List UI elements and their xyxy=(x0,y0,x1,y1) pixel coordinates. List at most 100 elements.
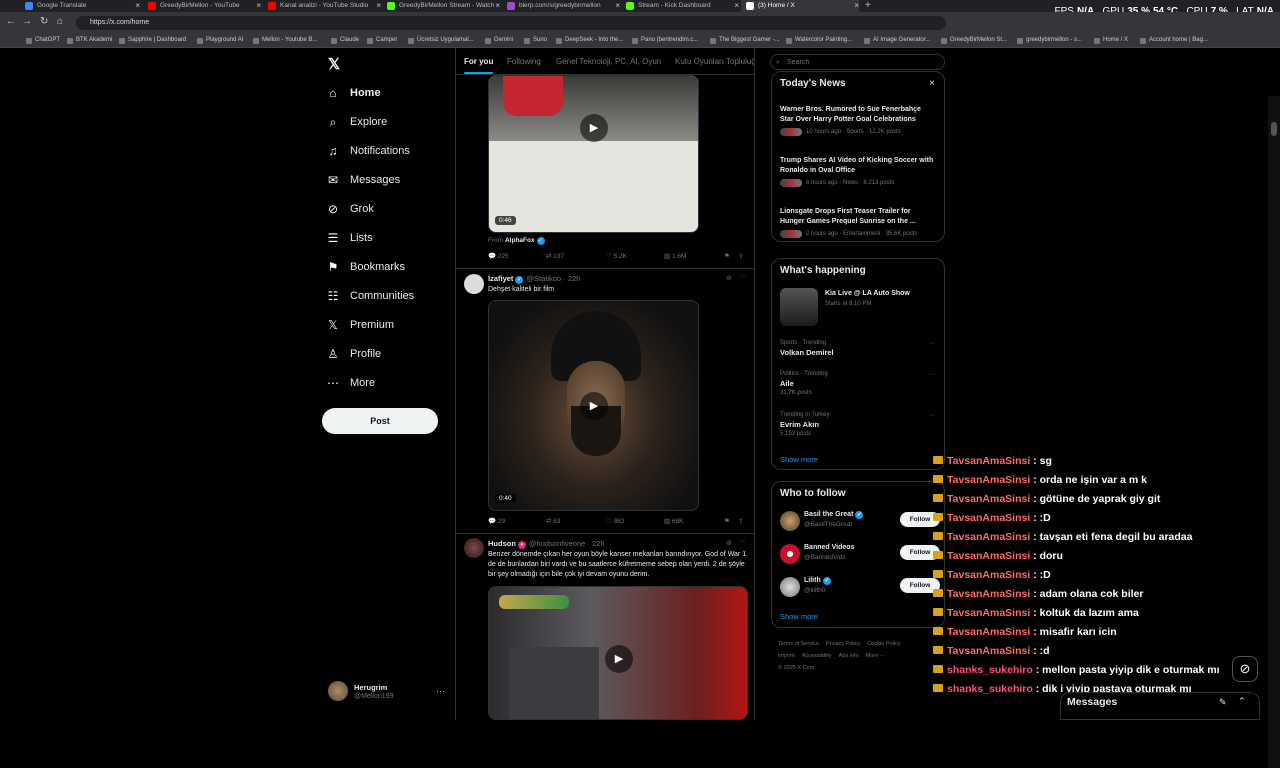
avatar[interactable] xyxy=(464,538,484,558)
bookmark[interactable]: GreedyBirMellon St... xyxy=(941,37,1007,44)
chevron-up-icon[interactable]: ⌃ xyxy=(1238,696,1246,707)
close-tab-icon[interactable]: × xyxy=(135,0,140,12)
bookmark[interactable]: Gemini xyxy=(485,37,513,44)
reply-button[interactable]: 💬 29 xyxy=(488,517,505,525)
play-icon[interactable]: ▶ xyxy=(605,645,633,673)
close-tab-icon[interactable]: × xyxy=(615,0,620,12)
nav-lists[interactable]: ☰ Lists xyxy=(326,227,446,249)
reload-icon[interactable]: ↻ xyxy=(40,16,48,27)
follow-suggestion[interactable]: Basil the Great ✓ @BasilTheGreat Follow xyxy=(780,508,940,536)
like-button[interactable]: ♡ 982 xyxy=(606,517,625,525)
bookmark-icon[interactable]: ⚑ xyxy=(724,517,730,525)
browser-tab[interactable]: blerp.com/s/greedybirmellon × xyxy=(502,0,620,12)
share-icon[interactable]: ⇪ xyxy=(738,517,743,525)
home-icon[interactable]: ⌂ xyxy=(57,16,63,27)
browser-tab[interactable]: GreedyBirMellon Stream - Watch × xyxy=(382,0,500,12)
bookmark[interactable]: Ücretsiz Uygulamal... xyxy=(408,37,474,44)
views-button[interactable]: ▥ 1,6M xyxy=(664,252,686,260)
search-input[interactable]: ⌕ Search xyxy=(770,54,945,70)
scrollbar[interactable] xyxy=(1268,96,1280,768)
video-player[interactable]: ▶ 0:46 xyxy=(488,75,699,233)
nav-profile[interactable]: ♙ Profile xyxy=(326,343,446,365)
more-icon[interactable]: ··· xyxy=(739,538,746,545)
trend-item[interactable]: Trending in Turkey Evrim Akın 5,193 posts ·… xyxy=(780,412,940,437)
footer-link[interactable]: Cookie Policy xyxy=(867,641,900,647)
follow-suggestion[interactable]: Lilith ✓ @lilith0 Follow xyxy=(780,574,940,602)
forward-icon[interactable]: → xyxy=(22,16,32,27)
bookmark[interactable]: Playground AI xyxy=(197,37,243,44)
views-button[interactable]: ▥ 68K xyxy=(664,517,684,525)
more-icon[interactable]: ··· xyxy=(929,340,936,347)
trend-item[interactable]: Sports · Trending Volkan Demirel ··· xyxy=(780,340,940,357)
more-icon[interactable]: ··· xyxy=(739,273,746,280)
close-tab-icon[interactable]: × xyxy=(854,0,859,12)
footer-link[interactable]: Privacy Policy xyxy=(826,641,860,647)
video-player[interactable]: ▶ 0:40 xyxy=(488,300,699,511)
bookmark[interactable]: Account home | Bag... xyxy=(1140,37,1208,44)
bookmark[interactable]: Home / X xyxy=(1094,37,1128,44)
grok-icon[interactable]: ⊘ xyxy=(1232,656,1258,682)
close-tab-icon[interactable]: × xyxy=(256,0,261,12)
tab-community[interactable]: Kutu Oyunları Topluluğu xyxy=(675,57,754,66)
repost-button[interactable]: ⇄ 63 xyxy=(546,517,561,525)
nav-grok[interactable]: ⊘ Grok xyxy=(326,198,446,220)
bookmark[interactable]: Mellon - Youtube B... xyxy=(253,37,317,44)
nav-notifications[interactable]: ♫ Notifications xyxy=(326,140,446,162)
live-event-thumbnail[interactable] xyxy=(780,288,818,326)
new-message-icon[interactable]: ✎ xyxy=(1219,697,1227,708)
bookmark[interactable]: Claude xyxy=(331,37,359,44)
video-player[interactable]: ▶ xyxy=(488,586,748,720)
post-button[interactable]: Post xyxy=(322,408,438,434)
browser-tab-active[interactable]: (3) Home / X × xyxy=(741,0,859,12)
show-more-link[interactable]: Show more xyxy=(780,455,818,464)
repost-button[interactable]: ⇄ 137 xyxy=(546,252,564,260)
nav-communities[interactable]: ☷ Communities xyxy=(326,285,446,307)
live-event-title[interactable]: Kia Live @ LA Auto Show xyxy=(825,290,910,297)
browser-tab[interactable]: Kanal analizi - YouTube Studio × xyxy=(263,0,381,12)
bookmark[interactable]: ChatGPT xyxy=(26,37,60,44)
close-tab-icon[interactable]: × xyxy=(376,0,381,12)
footer-link[interactable]: Terms of Service xyxy=(778,641,819,647)
more-icon[interactable]: ··· xyxy=(929,371,936,378)
browser-tab[interactable]: Google Translate × xyxy=(20,0,140,12)
bookmark-icon[interactable]: ⚑ xyxy=(724,252,730,260)
news-item[interactable]: Lionsgate Drops First Teaser Trailer for… xyxy=(780,207,935,238)
news-item[interactable]: Trump Shares AI Video of Kicking Soccer … xyxy=(780,156,935,187)
author-name[interactable]: Hudson xyxy=(488,539,516,548)
more-icon[interactable]: ··· xyxy=(929,412,936,419)
messages-drawer[interactable]: Messages ✎ ⌃ xyxy=(1060,692,1260,720)
bookmark[interactable]: AI Image Generator... xyxy=(864,37,930,44)
nav-explore[interactable]: ⌕ Explore xyxy=(326,111,446,133)
nav-bookmarks[interactable]: ⚑ Bookmarks xyxy=(326,256,446,278)
scrollbar-thumb[interactable] xyxy=(1271,122,1277,136)
footer-link[interactable]: More ··· xyxy=(866,653,886,659)
play-icon[interactable]: ▶ xyxy=(580,114,608,142)
nav-premium[interactable]: 𝕏 Premium xyxy=(326,314,446,336)
bookmark[interactable]: Watercolor Painting... xyxy=(786,37,852,44)
reply-button[interactable]: 💬 225 xyxy=(488,252,509,260)
follow-suggestion[interactable]: Banned Videos @BannedVids Follow xyxy=(780,541,940,569)
browser-tab[interactable]: GreedyBirMellon - YouTube × xyxy=(143,0,261,12)
close-tab-icon[interactable]: × xyxy=(734,0,739,12)
from-link[interactable]: AlphaFox xyxy=(505,237,535,244)
bookmark[interactable]: Camper xyxy=(367,37,397,44)
news-item[interactable]: Warner Bros. Rumored to Sue Fenerbahçe S… xyxy=(780,105,935,136)
url-input[interactable]: https://x.com/home xyxy=(76,16,946,30)
bookmark[interactable]: The Biggest Gamer -... xyxy=(710,37,780,44)
x-logo-icon[interactable]: 𝕏 xyxy=(328,55,340,73)
tab-community[interactable]: Genel Teknoloji, PC, AI, Oyun xyxy=(556,57,661,66)
grok-icon[interactable]: ⊘ xyxy=(726,274,732,282)
account-switcher[interactable]: Herugrim @Mellon199 ··· xyxy=(326,678,452,708)
trend-item[interactable]: Politics · Trending Aile 31,7K posts ··· xyxy=(780,371,940,396)
close-icon[interactable]: × xyxy=(929,78,935,89)
author-name[interactable]: İzafiyet xyxy=(488,274,513,283)
browser-tab[interactable]: Stream - Kick Dashboard × xyxy=(621,0,739,12)
tab-following[interactable]: Following xyxy=(507,57,541,66)
share-icon[interactable]: ⇪ xyxy=(738,252,743,260)
close-tab-icon[interactable]: × xyxy=(495,0,500,12)
avatar[interactable] xyxy=(464,274,484,294)
footer-link[interactable]: Accessibility xyxy=(802,653,832,659)
bookmark[interactable]: greedybirmellon - s... xyxy=(1017,37,1082,44)
new-tab-button[interactable]: + xyxy=(862,0,876,12)
back-icon[interactable]: ← xyxy=(6,16,16,27)
